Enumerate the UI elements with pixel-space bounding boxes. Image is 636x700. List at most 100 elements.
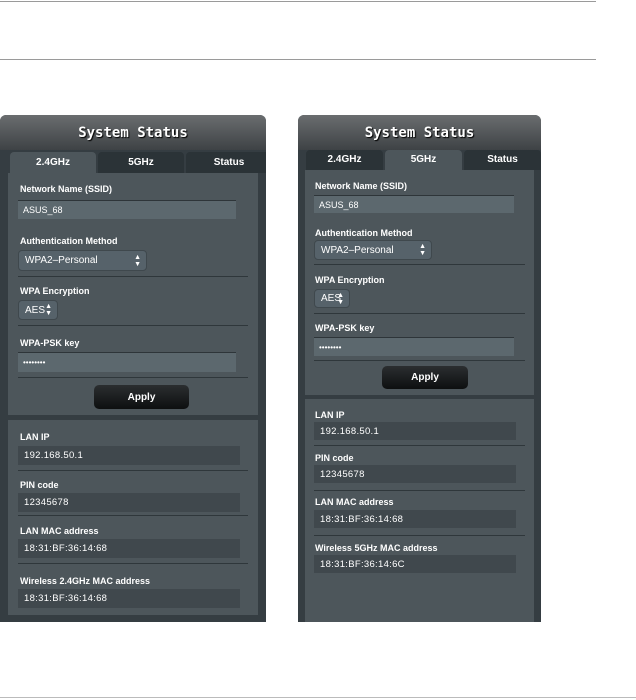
tab-status[interactable]: Status <box>186 152 266 173</box>
pin-code-value-text: 12345678 <box>320 468 365 480</box>
wpa-psk-key-label-text: WPA-PSK key <box>315 323 375 333</box>
tab-2-4ghz[interactable]: 2.4GHz <box>10 152 96 173</box>
panel-title: System Status <box>0 115 266 150</box>
tab-2-4ghz-text: 2.4GHz <box>327 154 362 165</box>
lan-ip-value: 192.168.50.1 <box>314 422 516 440</box>
lan-ip-value-text: 192.168.50.1 <box>320 425 380 437</box>
wpa-encryption-label-text: WPA Encryption <box>315 275 385 285</box>
wpa-psk-key-input-text: •••••••• <box>319 342 342 352</box>
pin-code-value-text: 12345678 <box>24 497 69 508</box>
lan-ip-value: 192.168.50.1 <box>18 446 240 465</box>
select-arrows-icon: ▲ ▼ <box>45 303 52 317</box>
tab-status-text: Status <box>487 154 518 165</box>
auth-method-select-text: WPA2–Personal <box>25 255 98 266</box>
apply-button[interactable]: Apply <box>382 366 468 389</box>
tab-5ghz[interactable]: 5GHz <box>98 152 184 173</box>
wpa-psk-key-input-text: •••••••• <box>23 358 46 367</box>
auth-method-label: Authentication Method <box>20 236 118 246</box>
lan-mac-label: LAN MAC address <box>20 526 99 536</box>
wireless-mac-label: Wireless 2.4GHz MAC address <box>20 576 150 586</box>
tab-2-4ghz[interactable]: 2.4GHz <box>306 150 383 170</box>
ssid-input[interactable]: ASUS_68 <box>314 195 514 213</box>
pin-code-label-text: PIN code <box>315 453 354 463</box>
pin-code-label: PIN code <box>20 480 59 490</box>
ssid-input-text: ASUS_68 <box>23 205 63 215</box>
apply-button-text: Apply <box>411 372 439 383</box>
auth-method-label-text: Authentication Method <box>315 228 413 238</box>
divider <box>314 445 525 446</box>
lan-mac-value-text: 18:31:BF:36:14:68 <box>320 513 404 525</box>
lan-mac-label: LAN MAC address <box>315 497 394 507</box>
pin-code-value: 12345678 <box>18 493 240 512</box>
lan-ip-value-text: 192.168.50.1 <box>24 450 84 461</box>
divider <box>18 276 248 277</box>
wireless-mac-value-text: 18:31:BF:36:14:68 <box>24 593 108 604</box>
wireless-mac-label-text: Wireless 5GHz MAC address <box>315 543 438 553</box>
wpa-encryption-select-text: AES <box>25 304 46 316</box>
system-status-panel: System Status 2.4GHz 5GHz Status Network Nam… <box>298 115 541 622</box>
apply-button-text: Apply <box>127 391 156 403</box>
wireless-mac-label: Wireless 5GHz MAC address <box>315 543 437 553</box>
wpa-encryption-label: WPA Encryption <box>20 286 90 296</box>
divider <box>18 377 248 378</box>
top-divider <box>0 1 596 2</box>
wpa-encryption-select[interactable]: AES ▲ ▼ <box>18 300 58 320</box>
tab-status-text: Status <box>213 157 245 168</box>
wpa-encryption-select[interactable]: AES ▲ ▼ <box>314 289 350 308</box>
lan-ip-label: LAN IP <box>20 432 50 442</box>
lan-mac-label-text: LAN MAC address <box>315 497 394 507</box>
divider <box>314 264 525 265</box>
tab-5ghz-text: 5GHz <box>128 157 154 168</box>
wpa-psk-key-input[interactable]: •••••••• <box>18 352 236 372</box>
auth-method-select-text: WPA2–Personal <box>321 244 394 256</box>
divider <box>18 515 248 516</box>
auth-method-label-text: Authentication Method <box>20 236 118 246</box>
apply-button[interactable]: Apply <box>94 385 189 409</box>
lan-mac-value: 18:31:BF:36:14:68 <box>18 539 240 558</box>
pin-code-label: PIN code <box>315 453 354 463</box>
tab-status[interactable]: Status <box>464 150 541 170</box>
footer-divider <box>0 697 636 698</box>
auth-method-select[interactable]: WPA2–Personal ▲ ▼ <box>18 250 147 271</box>
tab-5ghz[interactable]: 5GHz <box>385 150 462 170</box>
wpa-psk-key-label: WPA-PSK key <box>315 323 374 333</box>
ssid-label-text: Network Name (SSID) <box>20 184 113 194</box>
ssid-input-text: ASUS_68 <box>319 199 359 210</box>
wireless-mac-label-text: Wireless 2.4GHz MAC address <box>20 576 150 586</box>
panel-title-text: System Status <box>78 125 188 141</box>
ssid-label-text: Network Name (SSID) <box>315 181 408 191</box>
auth-method-select[interactable]: WPA2–Personal ▲ ▼ <box>314 240 432 260</box>
wpa-encryption-label-text: WPA Encryption <box>20 286 90 296</box>
lan-ip-label-text: LAN IP <box>20 432 50 442</box>
wireless-mac-value-text: 18:31:BF:36:14:6C <box>320 558 405 570</box>
wireless-mac-value: 18:31:BF:36:14:6C <box>314 555 516 573</box>
pin-code-label-text: PIN code <box>20 480 59 490</box>
tab-5ghz-text: 5GHz <box>410 154 437 165</box>
ssid-input[interactable]: ASUS_68 <box>18 200 236 219</box>
select-arrows-icon: ▲ ▼ <box>134 253 141 268</box>
lan-mac-value-text: 18:31:BF:36:14:68 <box>24 543 108 554</box>
ssid-label: Network Name (SSID) <box>20 184 112 194</box>
lan-ip-label: LAN IP <box>315 410 345 420</box>
select-arrows-icon: ▲ ▼ <box>419 243 426 257</box>
divider <box>314 535 525 536</box>
wpa-psk-key-label-text: WPA-PSK key <box>20 338 80 348</box>
auth-method-label: Authentication Method <box>315 228 413 238</box>
divider <box>18 470 248 471</box>
wpa-psk-key-label: WPA-PSK key <box>20 338 79 348</box>
panel-title-text: System Status <box>364 125 475 141</box>
lan-mac-value: 18:31:BF:36:14:68 <box>314 510 516 528</box>
system-status-panel: System Status 2.4GHz 5GHz Status Network Nam… <box>0 115 266 622</box>
wpa-encryption-label: WPA Encryption <box>315 275 385 285</box>
lan-mac-label-text: LAN MAC address <box>20 526 99 536</box>
select-arrows-icon: ▲ ▼ <box>337 291 344 306</box>
ssid-label: Network Name (SSID) <box>315 181 407 191</box>
wireless-mac-value: 18:31:BF:36:14:68 <box>18 589 240 608</box>
wpa-psk-key-input[interactable]: •••••••• <box>314 337 514 356</box>
pin-code-value: 12345678 <box>314 465 516 483</box>
divider <box>18 325 248 326</box>
lan-ip-label-text: LAN IP <box>315 410 345 420</box>
tab-2-4ghz-text: 2.4GHz <box>36 157 70 168</box>
divider <box>314 360 525 361</box>
panel-title: System Status <box>298 115 541 150</box>
